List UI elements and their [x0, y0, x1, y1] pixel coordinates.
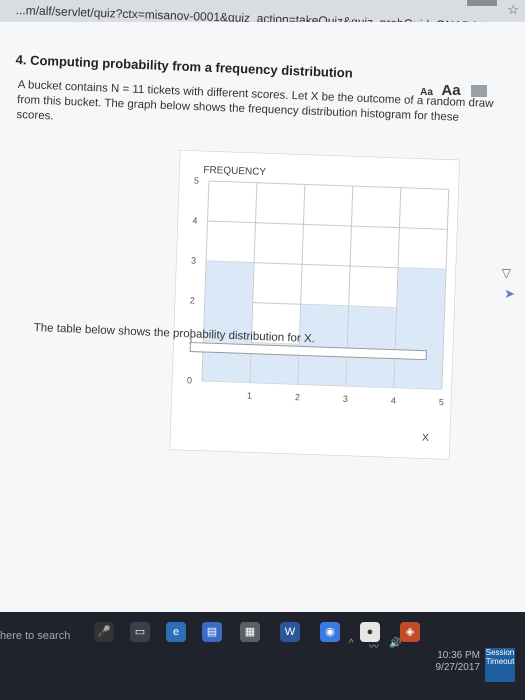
- search-box[interactable]: here to search: [0, 630, 70, 642]
- y-tick-label: 2: [190, 295, 195, 305]
- frequency-histogram[interactable]: 012345 12345 FREQUENCY X: [169, 149, 461, 467]
- y-axis-label: FREQUENCY: [203, 165, 266, 178]
- time-text: 10:36 PM: [437, 650, 480, 661]
- x-tick-label: 1: [247, 390, 252, 400]
- clock[interactable]: 10:36 PM 9/27/2017: [436, 650, 481, 674]
- file-explorer-icon[interactable]: ▤: [202, 622, 222, 642]
- calculator-icon[interactable]: [471, 84, 487, 97]
- y-tick-label: 4: [192, 215, 197, 225]
- histogram-bar[interactable]: [394, 267, 446, 390]
- quiz-page: 4. Computing probability from a frequenc…: [0, 22, 525, 612]
- edge-browser-icon[interactable]: e: [166, 622, 186, 642]
- x-tick-label: 5: [439, 397, 444, 407]
- y-tick-label: 3: [191, 255, 196, 265]
- question-title: 4. Computing probability from a frequenc…: [15, 52, 354, 81]
- task-view-icon[interactable]: ▭: [130, 622, 150, 642]
- browser-url-bar[interactable]: ...m/alf/servlet/quiz?ctx=misanov-0001&q…: [0, 0, 525, 23]
- x-axis-label: X: [422, 433, 429, 444]
- bookmark-star-icon[interactable]: ☆: [507, 2, 519, 18]
- x-tick-label: 2: [295, 392, 300, 402]
- browser-tab-handle[interactable]: [467, 0, 497, 6]
- histogram-svg[interactable]: 012345 12345 FREQUENCY X: [169, 149, 461, 461]
- session-text: Session Timeout: [485, 648, 515, 666]
- chevron-down-icon[interactable]: ▽: [502, 266, 511, 280]
- store-icon[interactable]: ▦: [240, 622, 260, 642]
- volume-icon[interactable]: 🔊: [389, 638, 401, 649]
- y-tick-label: 0: [187, 375, 192, 385]
- windows-taskbar[interactable]: here to search 🎤 ▭ e ▤ ▦ W ◉ ● ◈ ^ 〰 🔊 1…: [0, 612, 525, 700]
- screen: ...m/alf/servlet/quiz?ctx=misanov-0001&q…: [0, 0, 525, 700]
- mic-icon[interactable]: 🎤: [94, 622, 114, 642]
- date-text: 9/27/2017: [435, 662, 481, 673]
- wifi-icon[interactable]: 〰: [369, 638, 379, 653]
- mouse-cursor-icon: ➤: [504, 286, 515, 301]
- histogram-bar[interactable]: [202, 260, 254, 383]
- url-text[interactable]: ...m/alf/servlet/quiz?ctx=misanov-0001&q…: [16, 3, 525, 22]
- tray-up-arrow-icon[interactable]: ^: [349, 638, 354, 649]
- word-icon[interactable]: W: [280, 622, 300, 642]
- y-tick-label: 5: [194, 176, 199, 186]
- app-icon[interactable]: ◉: [320, 622, 340, 642]
- x-tick-label: 4: [391, 396, 396, 406]
- session-timeout-badge[interactable]: Session Timeout: [485, 648, 515, 682]
- x-tick-label: 3: [343, 394, 348, 404]
